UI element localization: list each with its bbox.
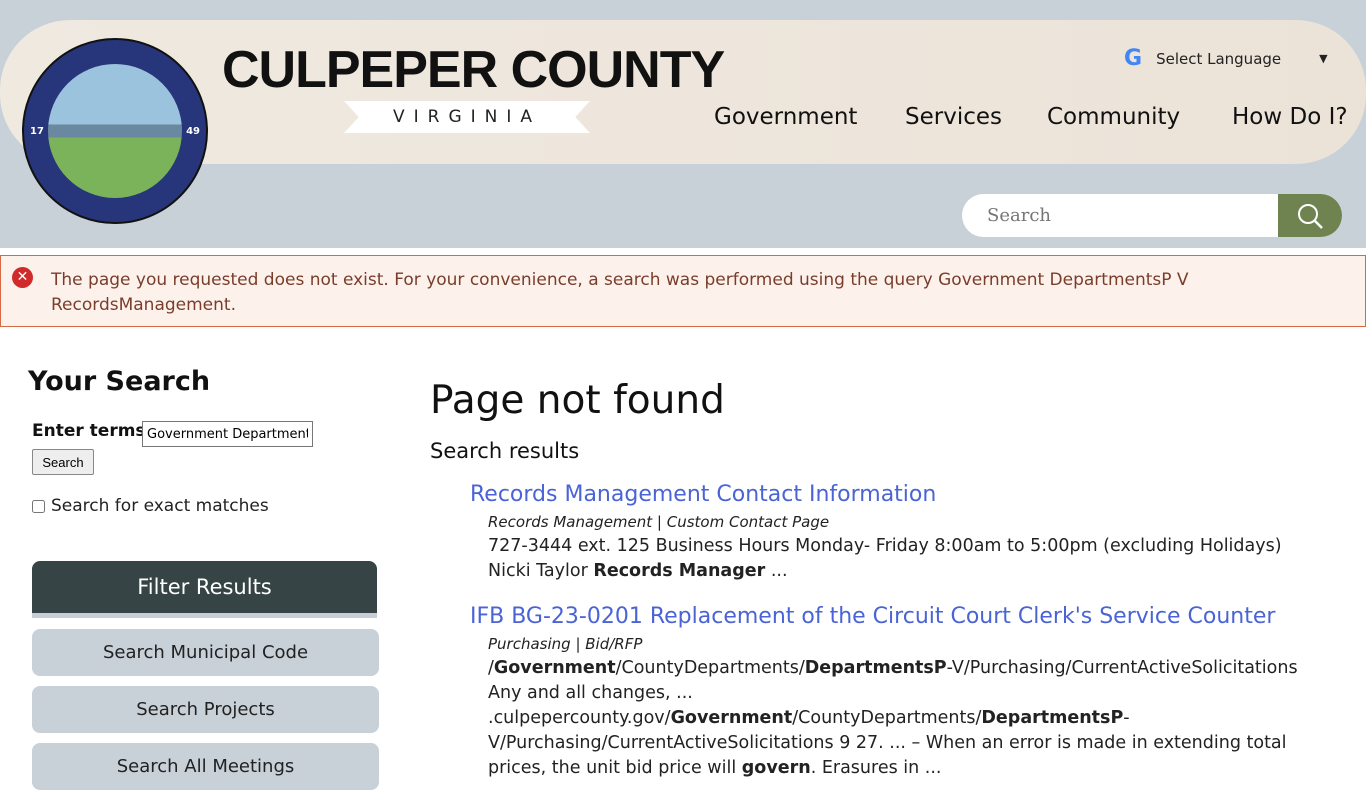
- results-heading: Search results: [430, 439, 580, 463]
- result-snippet-line: .culpepercounty.gov/Government/CountyDep…: [470, 706, 1350, 731]
- site-search-input[interactable]: [962, 194, 1278, 237]
- result-snippet-line: /Government/CountyDepartments/Department…: [470, 656, 1350, 681]
- language-label: Select Language: [1156, 49, 1282, 68]
- filter-results-header: Filter Results: [32, 561, 377, 618]
- caret-down-icon: ▼: [1319, 52, 1328, 65]
- site-header: 17 49 CULPEPER COUNTY VIRGINIA G Select …: [0, 0, 1366, 248]
- site-search: [962, 194, 1342, 237]
- result-snippet-line: prices, the unit bid price will govern. …: [470, 756, 1350, 781]
- snippet-text: /CountyDepartments/: [792, 708, 982, 728]
- error-message: ✕ The page you requested does not exist. …: [0, 255, 1366, 327]
- your-search-heading: Your Search: [28, 366, 211, 397]
- result-meta: Records Management | Custom Contact Page: [488, 513, 830, 531]
- snippet-text: Any and all changes, ...: [488, 683, 693, 703]
- enter-terms-label: Enter terms: [32, 421, 146, 441]
- snippet-text: V/Purchasing/CurrentActiveSolicitations …: [488, 733, 1287, 753]
- seal-year-left: 17: [30, 126, 44, 137]
- search-projects-button[interactable]: Search Projects: [32, 686, 379, 733]
- result-snippet-line: 727-3444 ext. 125 Business Hours Monday-…: [470, 534, 1350, 559]
- snippet-text: .culpepercounty.gov/: [488, 708, 671, 728]
- result-meta: Purchasing | Bid/RFP: [488, 635, 643, 653]
- snippet-text: ...: [765, 561, 788, 581]
- result-snippet-line: Nicki Taylor Records Manager ...: [470, 559, 1350, 584]
- nav-government[interactable]: Government: [714, 104, 857, 130]
- google-icon: G: [1124, 46, 1143, 71]
- snippet-text: -: [1123, 708, 1130, 728]
- search-municipal-code-button[interactable]: Search Municipal Code: [32, 629, 379, 676]
- snippet-text: DepartmentsP: [804, 658, 947, 678]
- terms-input[interactable]: [142, 421, 313, 447]
- search-result: Records Management Contact Information Re…: [470, 480, 1350, 584]
- result-snippet-line: Any and all changes, ...: [470, 681, 1350, 706]
- snippet-text: -V/Purchasing/CurrentActiveSolicitations: [946, 658, 1298, 678]
- nav-how-do-i[interactable]: How Do I?: [1232, 104, 1348, 130]
- search-all-meetings-button[interactable]: Search All Meetings: [32, 743, 379, 790]
- search-icon: [1298, 203, 1323, 229]
- error-text: The page you requested does not exist. F…: [51, 270, 1189, 315]
- exact-match-checkbox[interactable]: [32, 499, 45, 513]
- site-subtitle: VIRGINIA: [344, 101, 590, 133]
- nav-services[interactable]: Services: [905, 104, 1002, 130]
- error-icon: ✕: [12, 267, 33, 288]
- seal-year-right: 49: [186, 126, 200, 137]
- snippet-text: prices, the unit bid price will: [488, 758, 742, 778]
- snippet-text: Records Manager: [593, 561, 766, 581]
- county-seal-logo[interactable]: 17 49: [22, 38, 208, 224]
- exact-match-label: Search for exact matches: [51, 496, 269, 516]
- snippet-text: DepartmentsP: [981, 708, 1124, 728]
- search-submit-button[interactable]: Search: [32, 449, 94, 475]
- snippet-text: Government: [670, 708, 793, 728]
- result-title-link[interactable]: IFB BG-23-0201 Replacement of the Circui…: [470, 602, 1350, 632]
- language-selector[interactable]: G Select Language ▼: [1124, 46, 1328, 71]
- site-title[interactable]: CULPEPER COUNTY: [222, 40, 725, 100]
- result-title-link[interactable]: Records Management Contact Information: [470, 480, 1350, 510]
- snippet-text: 727-3444 ext. 125 Business Hours Monday-…: [488, 536, 1282, 556]
- search-result: IFB BG-23-0201 Replacement of the Circui…: [470, 602, 1350, 781]
- search-button[interactable]: [1278, 194, 1342, 237]
- snippet-text: govern: [741, 758, 811, 778]
- snippet-text: /CountyDepartments/: [615, 658, 805, 678]
- snippet-text: . Erasures in ...: [810, 758, 942, 778]
- page-title: Page not found: [430, 378, 725, 423]
- snippet-text: Government: [493, 658, 616, 678]
- snippet-text: Nicki Taylor: [488, 561, 594, 581]
- nav-community[interactable]: Community: [1047, 104, 1180, 130]
- result-snippet-line: V/Purchasing/CurrentActiveSolicitations …: [470, 731, 1350, 756]
- exact-match-option[interactable]: Search for exact matches: [32, 496, 269, 516]
